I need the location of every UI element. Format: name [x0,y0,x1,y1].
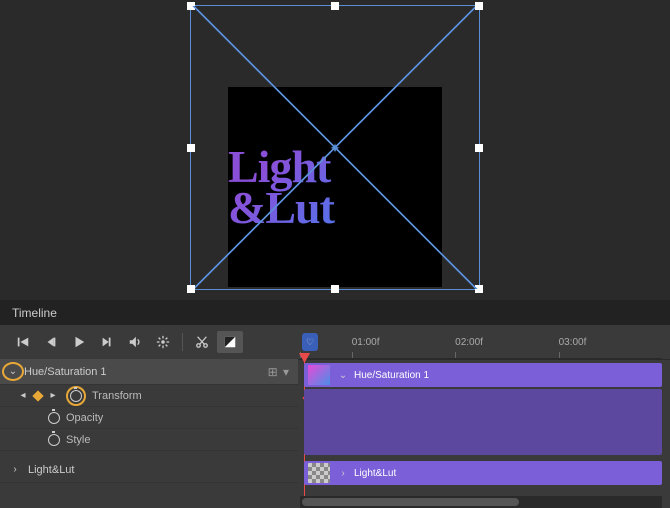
keyframe-nav: ◂ ▸ [16,390,60,401]
chevron-right-icon: › [336,468,350,479]
resize-handle-mr[interactable] [475,144,483,152]
clip-lightlut[interactable]: › Light&Lut [304,461,662,485]
tracks-area[interactable]: ⌄ Hue/Saturation 1 › Light&Lut [300,363,662,487]
track-lightlut[interactable]: › Light&Lut [300,461,662,487]
stopwatch-icon[interactable] [70,390,82,402]
resize-handle-bl[interactable] [187,285,195,293]
layer-options-button[interactable]: ⊞ ▾ [268,365,290,379]
anchor-point-icon[interactable]: ✦ [328,141,342,155]
chevron-down-icon[interactable]: ⌄ [6,366,20,377]
keyframe-diamond-icon[interactable] [32,390,43,401]
layer-row-lightlut[interactable]: › Light&Lut [0,457,298,483]
layer-row-hue-saturation[interactable]: ⌄ Hue/Saturation 1 ⊞ ▾ [0,359,298,385]
mask-button[interactable] [217,331,243,353]
property-name: Transform [92,390,142,402]
next-keyframe-button[interactable]: ▸ [46,390,60,401]
canvas-viewport[interactable]: Light &Lut ✦ [0,0,670,300]
resize-handle-tm[interactable] [331,2,339,10]
clip-background [304,389,662,455]
property-name: Opacity [66,412,103,424]
time-tick: 03:00f [559,331,662,358]
clip-hue-saturation[interactable]: ⌄ Hue/Saturation 1 [304,363,662,387]
settings-button[interactable] [150,331,176,353]
clip-label: Hue/Saturation 1 [354,370,429,381]
timeline-panel: Timeline 01:00f 02:00f 03:00f ♡ ⌄ Hue/Sa… [0,300,670,508]
chevron-right-icon[interactable]: › [8,464,22,475]
track-sub-bg [300,407,662,455]
time-tick: 02:00f [455,331,558,358]
stopwatch-icon[interactable] [48,434,60,446]
divider [182,333,183,351]
stopwatch-icon[interactable] [48,412,60,424]
prev-keyframe-button[interactable]: ◂ [16,390,30,401]
property-row-transform[interactable]: ◂ ▸ Transform [0,385,298,407]
resize-handle-tr[interactable] [475,2,483,10]
time-tick: 01:00f [352,331,455,358]
property-name: Style [66,434,90,446]
layers-panel: ⌄ Hue/Saturation 1 ⊞ ▾ ◂ ▸ Transform Opa… [0,359,298,483]
prev-frame-button[interactable] [38,331,64,353]
layer-name: Light&Lut [28,464,290,476]
resize-handle-bm[interactable] [331,285,339,293]
scrollbar-thumb[interactable] [302,498,519,506]
resize-handle-tl[interactable] [187,2,195,10]
go-to-start-button[interactable] [10,331,36,353]
time-ruler[interactable]: 01:00f 02:00f 03:00f [300,331,662,359]
property-row-opacity[interactable]: Opacity [0,407,298,429]
selection-bounding-box[interactable]: ✦ [190,5,480,290]
highlight-ring: ⌄ [2,362,24,381]
clip-label: Light&Lut [354,468,396,479]
resize-handle-br[interactable] [475,285,483,293]
next-frame-button[interactable] [94,331,120,353]
timeline-marker[interactable]: ♡ [302,333,318,351]
highlight-ring [66,386,86,406]
horizontal-scrollbar[interactable] [300,496,662,508]
audio-button[interactable] [122,331,148,353]
track-hue-saturation[interactable]: ⌄ Hue/Saturation 1 [300,363,662,389]
clip-thumbnail [308,365,330,385]
layer-name: Hue/Saturation 1 [24,366,268,378]
clip-thumbnail [308,463,330,483]
chevron-down-icon: ⌄ [336,370,350,381]
panel-title: Timeline [0,301,670,325]
play-button[interactable] [66,331,92,353]
property-row-style[interactable]: Style [0,429,298,451]
resize-handle-ml[interactable] [187,144,195,152]
cut-button[interactable] [189,331,215,353]
